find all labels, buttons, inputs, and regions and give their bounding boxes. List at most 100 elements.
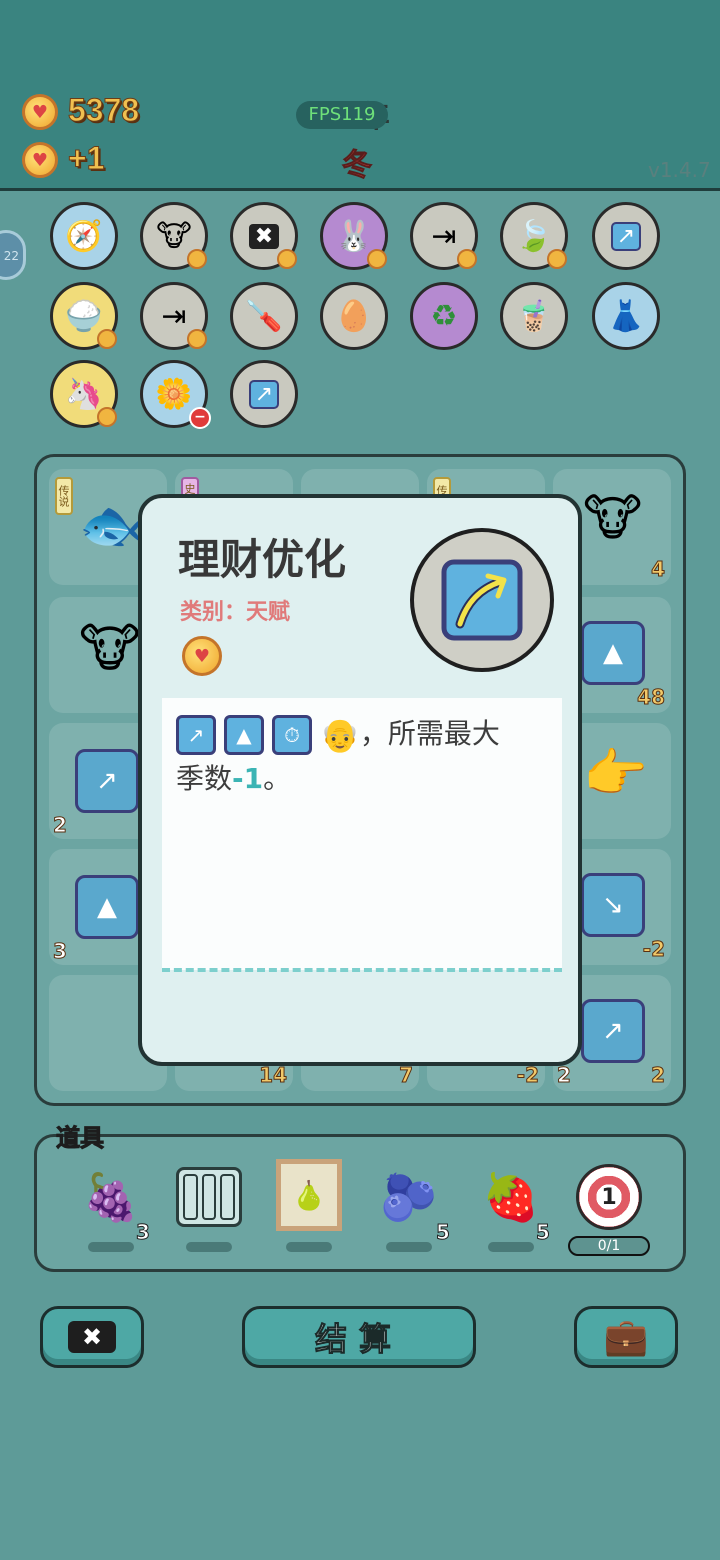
grandpa-icon: 👴	[320, 716, 360, 754]
photo-frame-icon: 🍐	[276, 1159, 342, 1231]
relic-skirt[interactable]: 👗	[592, 282, 660, 350]
coin-income: +1	[67, 140, 105, 177]
prop-blueberry[interactable]: 🫐	[374, 1162, 444, 1232]
cell-value: -2	[642, 937, 665, 962]
prop-count: 5	[436, 1220, 451, 1245]
delete-tag-icon: ✖	[248, 223, 280, 249]
relic-skip[interactable]: ⇥	[410, 202, 478, 270]
chart-up-icon: ↗	[581, 999, 645, 1063]
target-icon: 1	[576, 1164, 642, 1230]
relic-compass[interactable]: 🧭	[50, 202, 118, 270]
popup-description: ↗ ▲ ⏱ 👴，所需最大 季数-1。	[162, 698, 562, 970]
popup-category: 类别：天赋	[180, 600, 291, 625]
prop-photo-frame[interactable]: 🍐	[274, 1159, 344, 1231]
pointing-hand-icon: 👉	[583, 744, 648, 804]
chart-up-icon: ↗	[75, 749, 139, 813]
relic-boba-tea[interactable]: 🧋	[500, 282, 568, 350]
cell-value: 14	[259, 1063, 288, 1088]
relic-egg-tray[interactable]: 🥚	[320, 282, 388, 350]
rabbit-icon: 🐰	[335, 218, 373, 254]
gold-bars-icon: ▲	[581, 621, 645, 685]
legend-tag: 传说	[55, 477, 73, 515]
discard-button[interactable]: ✖	[40, 1306, 144, 1368]
cell-value: 2	[53, 813, 68, 838]
relic-delete-tag[interactable]: ✖	[230, 202, 298, 270]
side-counter-bubble[interactable]: 22	[0, 230, 26, 280]
inventory-button[interactable]: 💼	[574, 1306, 678, 1368]
desc-part-1: ，所需最大	[359, 717, 500, 750]
recycle-icon: ♻	[430, 298, 458, 334]
settle-button[interactable]: 结算	[242, 1306, 476, 1368]
relic-leaf[interactable]: 🍃	[500, 202, 568, 270]
cell-value: 2	[557, 1063, 572, 1088]
divider	[162, 968, 562, 972]
delete-tag-icon: ✖	[67, 1321, 117, 1353]
gold-bars-icon: ▲	[224, 715, 264, 755]
screwdriver-icon: 🪛	[245, 298, 283, 334]
cow-icon: 🐮	[79, 619, 141, 679]
prop-count: 3	[136, 1220, 151, 1245]
prop-count: 5	[536, 1220, 551, 1245]
remove-badge-icon[interactable]: −	[189, 407, 211, 429]
prop-rack[interactable]	[174, 1162, 244, 1232]
coin-badge-icon	[187, 249, 207, 269]
koi-fish-icon: 🐟	[79, 496, 144, 556]
chart-down-icon: ↘	[581, 873, 645, 937]
rack-icon	[176, 1167, 242, 1227]
desc-end: 。	[263, 762, 292, 795]
cell-value: 7	[399, 1063, 414, 1088]
coin-income-icon: ♥	[22, 142, 58, 178]
cow-icon: 🐮	[583, 489, 643, 547]
rice-bowl-icon: 🍚	[65, 298, 103, 334]
relic-screwdriver[interactable]: 🪛	[230, 282, 298, 350]
props-label: 道具	[56, 1124, 105, 1153]
gold-bars-icon: ▲	[75, 875, 139, 939]
popup-title: 理财优化	[178, 535, 347, 584]
relic-recycle[interactable]: ♻	[410, 282, 478, 350]
fps-counter: FPS119	[296, 101, 388, 129]
coin-badge-icon	[187, 329, 207, 349]
prop-shadow	[186, 1242, 232, 1252]
relic-unicorn[interactable]: 🦄	[50, 360, 118, 428]
unicorn-icon: 🦄	[65, 376, 103, 412]
relic-cows[interactable]: 🐮	[140, 202, 208, 270]
chart-up-icon: ↗	[176, 715, 216, 755]
cell-value: 48	[637, 685, 666, 710]
prop-target[interactable]: 1	[574, 1162, 644, 1232]
arrow-card-icon	[441, 559, 523, 641]
cows-icon: 🐮	[156, 218, 192, 254]
leaf-icon: 🍃	[515, 218, 553, 254]
target-uses: 0/1	[568, 1236, 650, 1256]
detail-popup[interactable]: 理财优化 类别：天赋 ♥ ↗ ▲ ⏱ 👴，所需最大 季数-1。	[138, 494, 582, 1066]
cell-value: 2	[651, 1063, 666, 1088]
version-label: v1.4.7	[648, 158, 711, 182]
coin-icon: ♥	[182, 636, 222, 676]
relic-rice-bowl[interactable]: 🍚	[50, 282, 118, 350]
description-text: ↗ ▲ ⏱ 👴，所需最大 季数-1。	[176, 712, 556, 801]
relic-skip-2[interactable]: ⇥	[140, 282, 208, 350]
compass-icon: 🧭	[65, 218, 103, 254]
coin-badge-icon	[457, 249, 477, 269]
coin-badge-icon	[277, 249, 297, 269]
flower-pot-icon: 🌼	[155, 376, 193, 412]
blueberry-icon: 🫐	[380, 1169, 438, 1224]
arrow-card-icon: ↗	[610, 221, 642, 251]
egg-tray-icon: 🥚	[335, 298, 373, 334]
prop-shadow	[488, 1242, 534, 1252]
briefcase-icon: 💼	[603, 1317, 649, 1358]
relic-flower-pot[interactable]: 🌼 −	[140, 360, 211, 429]
season-label: 冬	[342, 148, 373, 184]
relic-arrow-card-2[interactable]: ↗	[230, 360, 298, 428]
popup-item-image	[410, 528, 554, 672]
relic-arrow-card[interactable]: ↗	[592, 202, 660, 270]
prop-shadow	[88, 1242, 134, 1252]
cell-value: 4	[651, 557, 666, 582]
target-count: 1	[601, 1184, 617, 1210]
relic-rabbit[interactable]: 🐰	[320, 202, 388, 270]
stopwatch-icon: ⏱	[272, 715, 312, 755]
cell-value: -2	[516, 1063, 539, 1088]
cell-value: 3	[53, 939, 68, 964]
strawberry-icon: 🍓	[482, 1169, 540, 1224]
skirt-icon: 👗	[607, 298, 645, 334]
arrow-card-icon: ↗	[248, 379, 280, 409]
